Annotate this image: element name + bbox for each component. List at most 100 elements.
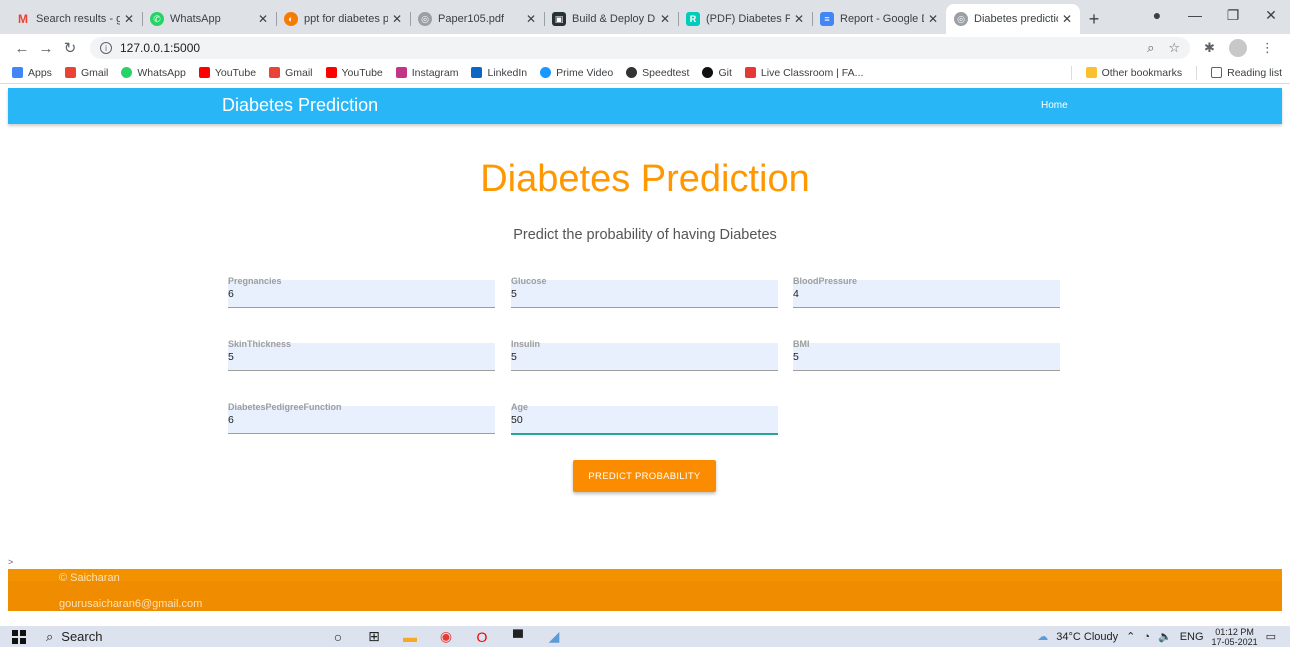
bookmark-live-classroom[interactable]: Live Classroom | FA... (744, 67, 863, 79)
bookmarks-bar: Apps Gmail WhatsApp YouTube Gmail YouTub… (0, 62, 1290, 84)
notification-icon[interactable]: ▭ (1266, 630, 1276, 643)
pregnancies-input[interactable] (228, 288, 488, 300)
bookmark-prime-video[interactable]: Prime Video (540, 67, 613, 79)
bookmark-youtube-2[interactable]: YouTube (325, 67, 383, 79)
reading-list[interactable]: Reading list (1211, 67, 1282, 79)
glucose-input[interactable] (511, 288, 771, 300)
tab-ppt-diabetes[interactable]: ◐ ppt for diabetes p ✕ (276, 4, 410, 34)
blood-pressure-input[interactable] (793, 288, 1053, 300)
page-title: Diabetes Prediction (480, 158, 810, 200)
minimize-icon[interactable]: — (1176, 7, 1214, 23)
speedtest-icon (626, 67, 638, 78)
whatsapp-icon: ✆ (150, 12, 164, 26)
bookmark-whatsapp[interactable]: WhatsApp (121, 67, 186, 79)
zoom-icon[interactable]: ⌕ (1147, 40, 1154, 56)
chrome-icon[interactable]: ◉ (438, 628, 454, 645)
tab-gmail-search[interactable]: M Search results - g ✕ (8, 4, 142, 34)
terminal-icon[interactable]: ▀ (510, 629, 526, 645)
linkedin-icon (471, 67, 483, 78)
menu-icon[interactable]: ⋮ (1261, 40, 1274, 56)
maximize-icon[interactable]: ❐ (1214, 7, 1252, 24)
profile-dot-icon[interactable]: ● (1138, 7, 1176, 23)
close-icon[interactable]: ✕ (526, 12, 536, 26)
address-bar[interactable]: i 127.0.0.1:5000 ⌕ ☆ (90, 37, 1190, 59)
close-icon[interactable]: ✕ (124, 12, 134, 26)
apps-grid-icon (12, 67, 23, 78)
bookmark-speedtest[interactable]: Speedtest (626, 67, 689, 79)
bookmark-linkedin[interactable]: LinkedIn (471, 67, 527, 79)
close-icon[interactable]: ✕ (1062, 12, 1072, 26)
task-view-icon[interactable]: ⊞ (366, 628, 382, 645)
bookmark-git[interactable]: Git (702, 67, 732, 79)
pregnancies-field: Pregnancies (228, 276, 495, 308)
tab-report-docs[interactable]: ≡ Report - Google D ✕ (812, 4, 946, 34)
predict-probability-button[interactable]: PREDICT PROBABILITY (573, 460, 716, 492)
tab-whatsapp[interactable]: ✆ WhatsApp ✕ (142, 4, 276, 34)
folder-icon (1085, 67, 1097, 78)
other-bookmarks[interactable]: Other bookmarks (1085, 67, 1182, 79)
insulin-input[interactable] (511, 351, 771, 363)
skin-thickness-input[interactable] (228, 351, 488, 363)
instagram-icon (395, 67, 407, 78)
language-indicator[interactable]: ENG (1180, 631, 1204, 643)
app-icon[interactable]: ◢ (546, 628, 562, 645)
bookmark-gmail[interactable]: Gmail (64, 67, 108, 79)
taskbar-search[interactable]: ⌕ Search (46, 629, 102, 645)
close-icon[interactable]: ✕ (928, 12, 938, 26)
info-icon[interactable]: i (100, 42, 112, 54)
close-icon[interactable]: ✕ (392, 12, 402, 26)
blood-pressure-field: BloodPressure (793, 276, 1060, 308)
clock[interactable]: 01:12 PM 17-05-2021 (1212, 627, 1258, 647)
cortana-icon[interactable]: ○ (330, 629, 346, 645)
tab-paper105[interactable]: ◎ Paper105.pdf ✕ (410, 4, 544, 34)
bmi-input[interactable] (793, 351, 1053, 363)
volume-icon[interactable]: 🔈 (1158, 630, 1172, 643)
pedigree-input[interactable] (228, 414, 488, 426)
weather-icon: ☁ (1037, 631, 1049, 643)
site-navbar: Diabetes Prediction Home (8, 88, 1282, 124)
pedigree-label: DiabetesPedigreeFunction (228, 402, 342, 412)
video-icon: ▣ (552, 12, 566, 26)
footer-email[interactable]: gourusaicharan6@gmail.com (59, 598, 202, 610)
reload-icon[interactable]: ↻ (58, 39, 82, 57)
brand-logo[interactable]: Diabetes Prediction (222, 95, 378, 116)
bookmark-gmail-2[interactable]: Gmail (269, 67, 313, 79)
forward-icon[interactable]: → (34, 40, 58, 57)
close-icon[interactable]: ✕ (794, 12, 804, 26)
tab-title: ppt for diabetes p (304, 13, 388, 25)
pedigree-field: DiabetesPedigreeFunction (228, 402, 495, 434)
pregnancies-label: Pregnancies (228, 276, 282, 286)
bookmark-star-icon[interactable]: ☆ (1168, 40, 1180, 56)
windows-start-icon[interactable] (12, 629, 26, 644)
close-icon[interactable]: ✕ (660, 12, 670, 26)
close-window-icon[interactable]: ✕ (1252, 7, 1290, 24)
tab-build-deploy[interactable]: ▣ Build & Deploy D ✕ (544, 4, 678, 34)
system-tray: ☁ 34°C Cloudy ⌃ ◔ 🔈 ENG 01:12 PM 17-05-2… (1037, 626, 1276, 647)
researchgate-icon: R (686, 12, 700, 26)
tab-pdf-diabetes[interactable]: R (PDF) Diabetes Pr ✕ (678, 4, 812, 34)
insulin-field: Insulin (511, 339, 778, 371)
network-icon[interactable]: ◔ (1143, 631, 1150, 643)
gmail-icon (64, 67, 76, 78)
bookmark-apps[interactable]: Apps (12, 67, 52, 79)
globe-icon: ◎ (418, 12, 432, 26)
close-icon[interactable]: ✕ (258, 12, 268, 26)
opera-icon[interactable]: O (474, 629, 490, 645)
windows-taskbar: ⌕ Search ○ ⊞ ▬ ◉ O ▀ ◢ ☁ 34°C Cloudy ⌃ ◔… (0, 626, 1290, 647)
age-input[interactable] (511, 414, 771, 426)
tray-expand-icon[interactable]: ⌃ (1126, 630, 1135, 643)
nav-home-link[interactable]: Home (1041, 100, 1068, 111)
tab-diabetes-prediction[interactable]: ◎ Diabetes predictio ✕ (946, 4, 1080, 34)
weather-text[interactable]: 34°C Cloudy (1056, 631, 1118, 643)
profile-avatar[interactable] (1228, 39, 1247, 57)
new-tab-button[interactable]: + (1080, 4, 1108, 34)
tab-title: Diabetes predictio (974, 13, 1058, 25)
globe-icon: ◎ (954, 12, 968, 26)
bookmark-youtube[interactable]: YouTube (198, 67, 256, 79)
extensions-icon[interactable]: ✱ (1204, 40, 1215, 56)
bookmark-instagram[interactable]: Instagram (395, 67, 458, 79)
back-icon[interactable]: ← (10, 40, 34, 57)
file-explorer-icon[interactable]: ▬ (402, 629, 418, 645)
bookmark-separator (1196, 65, 1198, 80)
tab-title: Search results - g (36, 13, 120, 25)
